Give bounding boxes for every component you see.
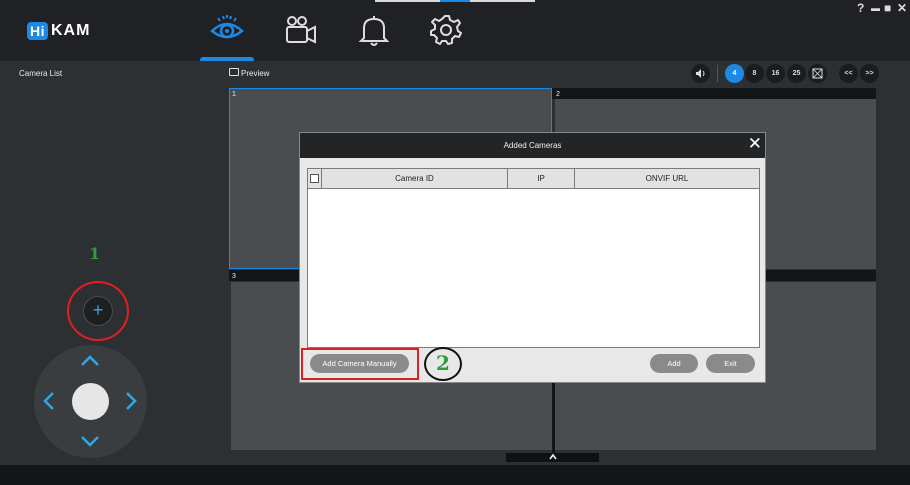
preview-eye-icon[interactable] (209, 12, 245, 48)
maximize-button[interactable]: ■ (884, 1, 891, 15)
added-cameras-dialog: Added Cameras ✕ Camera ID IP ONVIF URL A… (299, 132, 766, 383)
top-bar: Hi KAM ? ▬ ■ ✕ (0, 0, 910, 61)
logo-kam: KAM (51, 22, 91, 39)
top-strip (375, 0, 440, 2)
collapse-panel-button[interactable] (506, 453, 599, 462)
ptz-down-arrow-icon[interactable] (80, 435, 100, 447)
annotation-step-2: 2 (436, 351, 450, 375)
next-page-button[interactable]: >> (860, 64, 879, 83)
dialog-title: Added Cameras (300, 133, 765, 158)
audio-speaker-icon[interactable] (691, 64, 710, 83)
alarm-bell-icon[interactable] (356, 12, 392, 48)
ptz-up-arrow-icon[interactable] (80, 355, 100, 367)
playback-camera-icon[interactable] (283, 12, 319, 48)
table-header: Camera ID IP ONVIF URL (308, 169, 759, 189)
close-window-button[interactable]: ✕ (897, 1, 907, 15)
layout-25-button[interactable]: 25 (787, 64, 806, 83)
nav-active-indicator (200, 57, 254, 61)
ptz-left-arrow-icon[interactable] (43, 391, 55, 411)
layout-4-button[interactable]: 4 (725, 64, 744, 83)
preview-label: Preview (241, 69, 270, 78)
add-button[interactable]: Add (650, 354, 698, 373)
annotation-step-1: 1 (89, 244, 101, 263)
select-all-column (308, 169, 322, 188)
cell-number-3: 3 (232, 273, 236, 280)
logo-hi: Hi (27, 22, 48, 40)
column-onvif-url[interactable]: ONVIF URL (575, 169, 759, 188)
exit-button[interactable]: Exit (706, 354, 755, 373)
chevron-up-icon (548, 453, 557, 460)
layout-16-button[interactable]: 16 (766, 64, 785, 83)
cameras-table: Camera ID IP ONVIF URL (307, 168, 760, 348)
prev-page-button[interactable]: << (839, 64, 858, 83)
dialog-close-button[interactable]: ✕ (748, 132, 762, 156)
column-ip[interactable]: IP (508, 169, 575, 188)
help-button[interactable]: ? (857, 1, 864, 15)
fullscreen-icon[interactable] (808, 64, 827, 83)
top-strip-active (440, 0, 470, 2)
highlight-rectangle (301, 348, 419, 380)
column-camera-id[interactable]: Camera ID (322, 169, 508, 188)
add-camera-button[interactable]: + (83, 296, 113, 326)
ptz-center-button[interactable] (72, 383, 109, 420)
top-strip (470, 0, 535, 2)
bottom-bar (0, 465, 910, 485)
camera-list-label: Camera List (19, 69, 63, 78)
toolbar-divider (717, 65, 718, 82)
select-all-checkbox[interactable] (310, 174, 319, 183)
layout-8-button[interactable]: 8 (745, 64, 764, 83)
ptz-right-arrow-icon[interactable] (125, 391, 137, 411)
cell-number-1: 1 (232, 91, 236, 98)
cell-number-2: 2 (556, 91, 560, 98)
minimize-button[interactable]: ▬ (871, 3, 880, 13)
app-logo: Hi KAM (27, 22, 90, 40)
preview-icon (229, 68, 239, 76)
settings-gear-icon[interactable] (429, 12, 465, 48)
